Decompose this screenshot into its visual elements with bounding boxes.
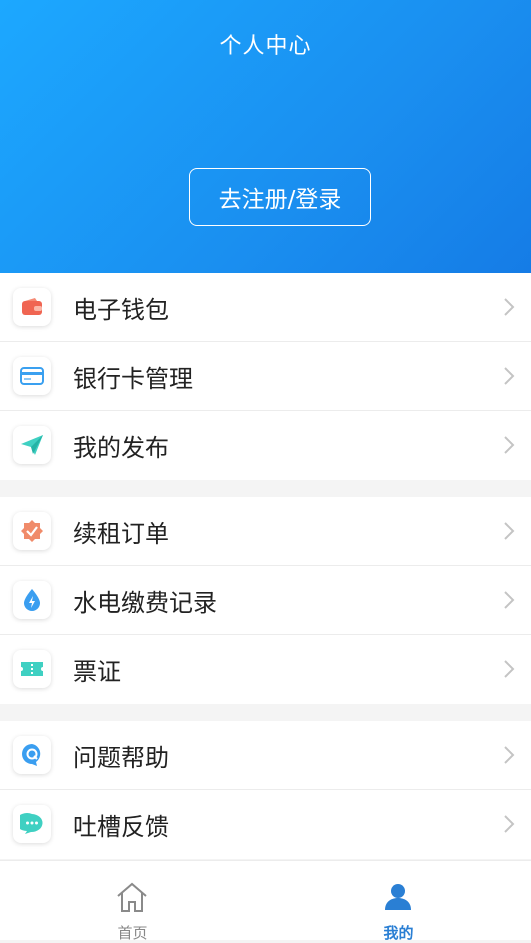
menu-item-label: 水电缴费记录 (73, 588, 217, 617)
bank-card-icon (13, 357, 51, 395)
chevron-right-icon (504, 746, 515, 764)
help-q-icon (13, 736, 51, 774)
badge-check-icon (13, 512, 51, 550)
profile-header: 个人中心 去注册/登录 (0, 0, 531, 273)
menu-item-tickets[interactable]: 票证 (0, 635, 531, 704)
menu-item-label: 银行卡管理 (73, 364, 193, 393)
page-title: 个人中心 (219, 34, 312, 59)
bottom-tab-bar: 首页 我的 (0, 860, 531, 942)
menu-item-label: 吐槽反馈 (73, 813, 169, 841)
user-icon (385, 884, 411, 910)
home-icon (117, 882, 147, 912)
chevron-right-icon (504, 436, 515, 454)
menu-item-label: 票证 (73, 658, 121, 686)
register-login-button[interactable]: 去注册/登录 (189, 168, 371, 226)
menu-group-orders: 续租订单 水电缴费记录 票证 (0, 497, 531, 704)
menu-item-utility-payments[interactable]: 水电缴费记录 (0, 566, 531, 635)
ticket-icon (13, 650, 51, 688)
menu-item-label: 电子钱包 (73, 295, 169, 324)
menu-item-label: 问题帮助 (73, 743, 169, 772)
chevron-right-icon (504, 815, 515, 833)
tab-home[interactable]: 首页 (0, 861, 265, 942)
menu-item-help[interactable]: 问题帮助 (0, 721, 531, 790)
menu-item-renewal-orders[interactable]: 续租订单 (0, 497, 531, 566)
menu-item-feedback[interactable]: 吐槽反馈 (0, 790, 531, 859)
chevron-right-icon (504, 660, 515, 678)
wallet-icon (13, 288, 51, 326)
menu-item-my-posts[interactable]: 我的发布 (0, 411, 531, 480)
water-drop-bolt-icon (13, 581, 51, 619)
chevron-right-icon (504, 298, 515, 316)
menu-item-label: 我的发布 (73, 434, 169, 462)
chevron-right-icon (504, 522, 515, 540)
chat-bubble-icon (13, 805, 51, 843)
menu-group-support: 问题帮助 吐槽反馈 (0, 721, 531, 859)
menu-item-label: 续租订单 (73, 519, 169, 548)
menu-group-account: 电子钱包 银行卡管理 我的发布 (0, 273, 531, 480)
chevron-right-icon (504, 591, 515, 609)
chevron-right-icon (504, 367, 515, 385)
tab-mine[interactable]: 我的 (266, 861, 531, 942)
menu-item-bank-card[interactable]: 银行卡管理 (0, 342, 531, 411)
menu-item-wallet[interactable]: 电子钱包 (0, 273, 531, 342)
paper-plane-icon (13, 426, 51, 464)
